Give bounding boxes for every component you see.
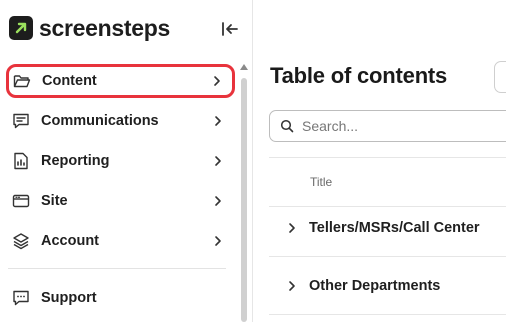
table-row[interactable]: Tellers/MSRs/Call Center (283, 215, 506, 241)
sidebar-item-content[interactable]: Content (6, 64, 235, 98)
search-input[interactable] (300, 117, 504, 135)
collapse-left-icon (222, 22, 238, 36)
folder-open-icon (12, 71, 32, 91)
sidebar-item-label: Account (41, 233, 99, 249)
brand-name: screensteps (39, 14, 170, 41)
row-title: Tellers/MSRs/Call Center (309, 220, 480, 236)
chevron-right-icon (210, 74, 224, 88)
chevron-right-icon (211, 194, 225, 208)
table-divider (269, 157, 506, 158)
sidebar-item-site[interactable]: Site (8, 185, 233, 217)
chevron-right-icon (211, 114, 225, 128)
layers-icon (11, 231, 31, 251)
table-divider (269, 256, 506, 257)
scrollbar-thumb[interactable] (241, 78, 247, 322)
sidebar-item-label: Communications (41, 113, 159, 129)
sidebar-item-label: Content (42, 73, 97, 89)
collapse-sidebar-button[interactable] (220, 19, 240, 39)
page-title: Table of contents (270, 63, 448, 88)
search-box[interactable] (269, 110, 506, 142)
scroll-up-arrow-icon[interactable] (240, 64, 248, 70)
row-title: Other Departments (309, 278, 441, 294)
sidebar-item-communications[interactable]: Communications (8, 105, 233, 137)
chat-icon (11, 288, 31, 308)
sidebar-item-support[interactable]: Support (8, 282, 233, 314)
sidebar-item-reporting[interactable]: Reporting (8, 145, 233, 177)
sidebar: screensteps Content Communications Repor… (0, 0, 252, 322)
sidebar-item-label: Site (41, 193, 68, 209)
sidebar-item-label: Reporting (41, 153, 110, 169)
column-header-title[interactable]: Title (310, 175, 332, 189)
sidebar-item-label: Support (41, 290, 97, 306)
chevron-right-icon[interactable] (283, 219, 301, 237)
sidebar-divider (8, 268, 226, 269)
chevron-right-icon (211, 234, 225, 248)
brand-logo[interactable]: screensteps (9, 15, 170, 41)
sidebar-item-account[interactable]: Account (8, 225, 233, 257)
sidebar-border (252, 0, 253, 322)
search-icon (279, 118, 295, 134)
window-icon (11, 191, 31, 211)
table-divider (269, 314, 506, 315)
table-row[interactable]: Other Departments (283, 273, 506, 299)
sidebar-scrollbar[interactable] (238, 62, 250, 322)
chevron-right-icon (211, 154, 225, 168)
table-divider (269, 206, 506, 207)
logo-arrow-icon (9, 16, 33, 40)
chevron-right-icon[interactable] (283, 277, 301, 295)
report-icon (11, 151, 31, 171)
header-action-button[interactable] (494, 61, 506, 93)
message-icon (11, 111, 31, 131)
